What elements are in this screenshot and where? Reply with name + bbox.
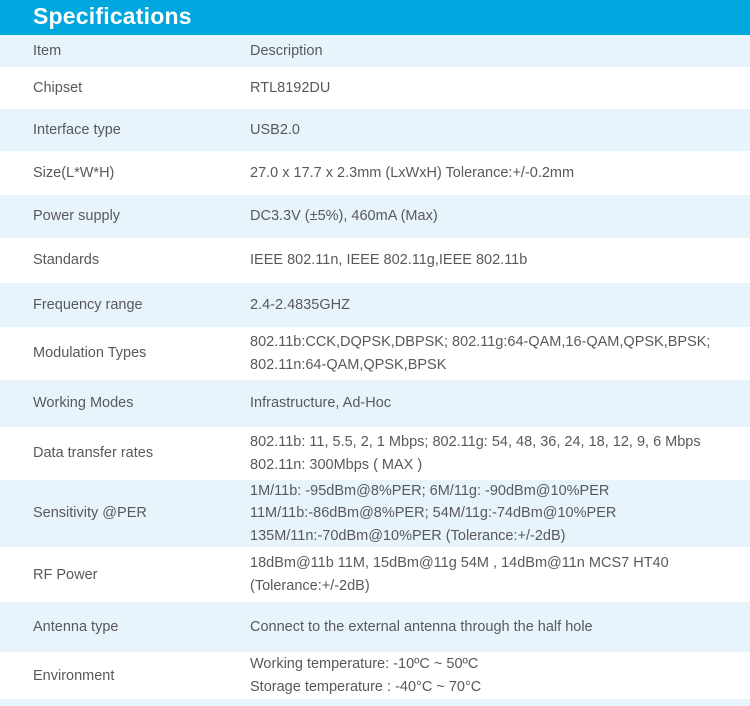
row-label-antenna-type: Antenna type (33, 619, 119, 636)
table-row: Chipset RTL8192DU (0, 67, 750, 109)
desc-line: IEEE 802.11n, IEEE 802.11g,IEEE 802.11b (250, 252, 528, 269)
desc-line: 2.4-2.4835GHZ (250, 296, 350, 313)
row-value-chipset: RTL8192DU (250, 67, 750, 109)
row-label-environment: Environment (33, 667, 115, 684)
desc-line: 135M/11n:-70dBm@10%PER (Tolerance:+/-2dB… (250, 527, 566, 544)
row-label-standards: Standards (33, 252, 100, 269)
desc-line: 802.11b:CCK,DQPSK,DBPSK; 802.11g:64-QAM,… (250, 334, 711, 351)
row-label-sensitivity-per: Sensitivity @PER (33, 505, 147, 522)
row-label-size: Size(L*W*H) (33, 164, 115, 181)
table-header-row: Item Description (0, 35, 750, 67)
row-value-power-supply: DC3.3V (±5%), 460mA (Max) (250, 195, 750, 238)
row-label-interface-type: Interface type (33, 121, 121, 138)
desc-line: (Tolerance:+/-2dB) (250, 577, 370, 594)
row-value-working-modes: Infrastructure, Ad-Hoc (250, 380, 750, 427)
row-label-data-transfer-rates: Data transfer rates (33, 445, 154, 462)
desc-line: DC3.3V (±5%), 460mA (Max) (250, 208, 438, 225)
column-header-description: Description (250, 42, 323, 59)
table-row: Power supply DC3.3V (±5%), 460mA (Max) (0, 195, 750, 238)
specifications-header-bar: Specifications (0, 0, 750, 35)
table-bottom-strip (0, 699, 750, 706)
desc-line: Connect to the external antenna through … (250, 619, 593, 636)
table-row: Size(L*W*H) 27.0 x 17.7 x 2.3mm (LxWxH) … (0, 151, 750, 195)
table-row: Working Modes Infrastructure, Ad-Hoc (0, 380, 750, 427)
desc-line: Infrastructure, Ad-Hoc (250, 395, 392, 412)
row-label-chipset: Chipset (33, 79, 83, 96)
row-label-rf-power: RF Power (33, 566, 98, 583)
row-value-standards: IEEE 802.11n, IEEE 802.11g,IEEE 802.11b (250, 238, 750, 283)
desc-line: Storage temperature : -40°C ~ 70°C (250, 678, 482, 695)
row-label-working-modes: Working Modes (33, 395, 134, 412)
desc-line: 802.11n: 300Mbps ( MAX ) (250, 456, 423, 473)
table-row: RF Power 18dBm@11b 11M, 15dBm@11g 54M , … (0, 547, 750, 603)
page-title: Specifications (33, 3, 192, 29)
desc-line: 802.11n:64-QAM,QPSK,BPSK (250, 356, 447, 373)
desc-line: 18dBm@11b 11M, 15dBm@11g 54M , 14dBm@11n… (250, 555, 669, 572)
table-row: Data transfer rates 802.11b: 11, 5.5, 2,… (0, 427, 750, 480)
row-label-modulation-types: Modulation Types (33, 345, 147, 362)
column-header-item: Item (33, 42, 62, 59)
table-row: Standards IEEE 802.11n, IEEE 802.11g,IEE… (0, 238, 750, 283)
row-value-data-transfer-rates: 802.11b: 11, 5.5, 2, 1 Mbps; 802.11g: 54… (250, 427, 750, 480)
row-value-interface-type: USB2.0 (250, 109, 750, 151)
row-label-power-supply: Power supply (33, 208, 121, 225)
row-value-size: 27.0 x 17.7 x 2.3mm (LxWxH) Tolerance:+/… (250, 151, 750, 195)
desc-line: 27.0 x 17.7 x 2.3mm (LxWxH) Tolerance:+/… (250, 164, 575, 181)
row-value-sensitivity-per: 1M/11b: -95dBm@8%PER; 6M/11g: -90dBm@10%… (250, 480, 750, 547)
desc-line: Working temperature: -10ºC ~ 50ºC (250, 656, 479, 673)
row-label-frequency-range: Frequency range (33, 296, 143, 313)
specifications-table: Item Description Chipset RTL8192DU Inter… (0, 35, 750, 700)
row-value-environment: Working temperature: -10ºC ~ 50ºC Storag… (250, 652, 750, 699)
row-value-antenna-type: Connect to the external antenna through … (250, 602, 750, 652)
row-value-frequency-range: 2.4-2.4835GHZ (250, 283, 750, 327)
desc-line: USB2.0 (250, 121, 300, 138)
specifications-panel: Specifications Item Description Chipset … (0, 0, 750, 706)
table-row: Environment Working temperature: -10ºC ~… (0, 652, 750, 700)
desc-line: 802.11b: 11, 5.5, 2, 1 Mbps; 802.11g: 54… (250, 434, 701, 451)
table-row: Modulation Types 802.11b:CCK,DQPSK,DBPSK… (0, 327, 750, 380)
desc-line: 1M/11b: -95dBm@8%PER; 6M/11g: -90dBm@10%… (250, 483, 610, 499)
desc-line: 11M/11b:-86dBm@8%PER; 54M/11g:-74dBm@10%… (250, 505, 617, 522)
desc-line: RTL8192DU (250, 79, 331, 96)
row-value-rf-power: 18dBm@11b 11M, 15dBm@11g 54M , 14dBm@11n… (250, 547, 750, 602)
table-row: Sensitivity @PER 1M/11b: -95dBm@8%PER; 6… (0, 480, 750, 548)
specifications-table-body: Item Description Chipset RTL8192DU Inter… (0, 35, 750, 700)
table-row: Interface type USB2.0 (0, 109, 750, 151)
table-row: Antenna type Connect to the external ant… (0, 602, 750, 653)
row-value-modulation-types: 802.11b:CCK,DQPSK,DBPSK; 802.11g:64-QAM,… (250, 327, 750, 380)
table-row: Frequency range 2.4-2.4835GHZ (0, 283, 750, 327)
